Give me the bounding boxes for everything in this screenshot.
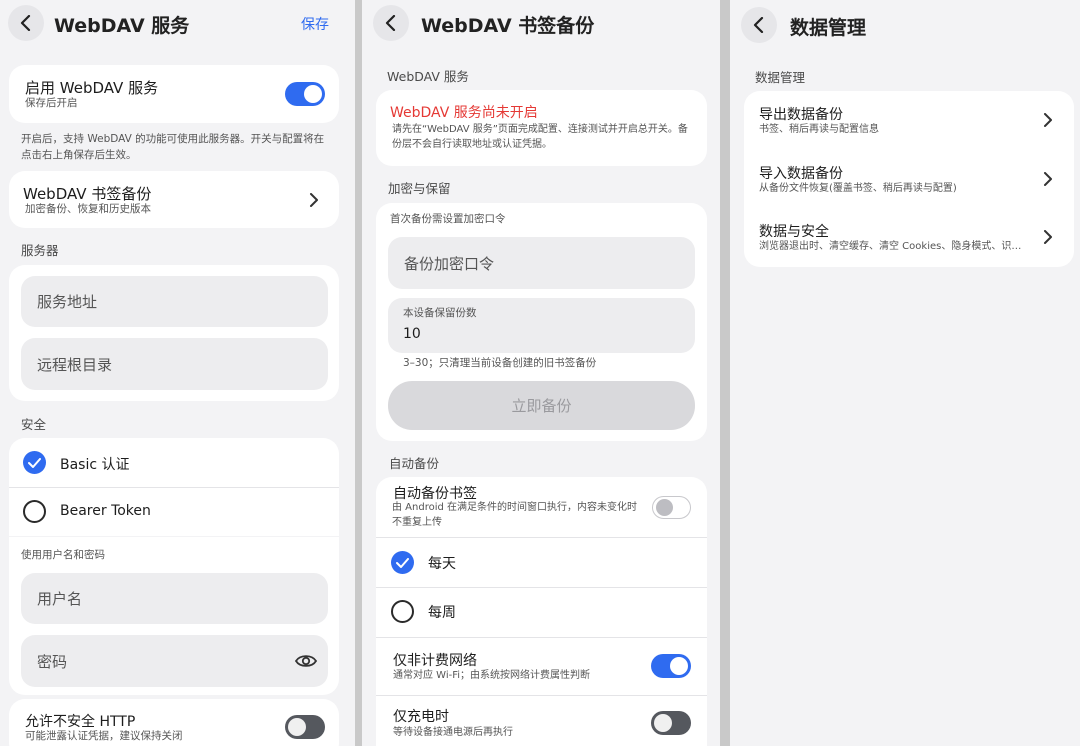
back-arrow-icon [20,15,31,31]
charging-toggle[interactable] [651,711,691,735]
remote-root-placeholder: 远程根目录 [37,356,113,374]
remote-root-input[interactable]: 远程根目录 [21,338,328,390]
credentials-card: 使用用户名和密码 用户名 密码 [9,537,339,695]
export-backup-label: 导出数据备份 [759,107,843,123]
save-button[interactable]: 保存 [301,14,329,34]
backup-password-placeholder: 备份加密口令 [404,255,495,273]
password-placeholder: 密码 [37,653,68,671]
unmetered-label: 仅非计费网络 [393,653,477,669]
header: 数据管理 [730,0,1080,46]
header: WebDAV 服务 保存 [0,0,355,46]
data-section-label: 数据管理 [755,70,806,85]
server-card: 服务地址 远程根目录 [9,265,339,401]
bookmark-backup-label: WebDAV 书签备份 [23,185,152,203]
import-backup-label: 导入数据备份 [759,166,843,182]
encrypt-card: 首次备份需设置加密口令 备份加密口令 本设备保留份数 10 3–30；只清理当前… [376,203,707,441]
chevron-right-icon [1044,172,1052,186]
export-backup-item[interactable]: 导出数据备份 书签、稍后再读与配置信息 [744,91,1074,149]
data-menu-card: 导出数据备份 书签、稍后再读与配置信息 导入数据备份 从备份文件恢复(覆盖书签、… [744,91,1074,267]
freq-daily-option[interactable]: 每天 [376,538,707,586]
backup-now-button[interactable]: 立即备份 [388,381,695,430]
server-url-input[interactable]: 服务地址 [21,276,328,327]
auth-option-basic[interactable]: Basic 认证 [9,438,339,487]
webdav-service-screen: WebDAV 服务 保存 启用 WebDAV 服务 保存后开启 开启后，支持 W… [0,0,355,746]
checked-icon [391,551,414,574]
data-security-item[interactable]: 数据与安全 浏览器退出时、清空缓存、清空 Cookies、隐身模式、识… [744,209,1074,267]
bookmark-backup-screen: WebDAV 书签备份 WebDAV 服务 WebDAV 服务尚未开启 请先在“… [362,0,720,746]
checked-icon [23,451,46,474]
auto-section-label: 自动备份 [389,456,440,471]
chevron-right-icon [1044,230,1052,244]
backup-password-input[interactable]: 备份加密口令 [388,237,695,289]
encrypt-section-label: 加密与保留 [388,181,451,196]
warning-text: 请先在“WebDAV 服务”页面完成配置、连接测试并开启总开关。备份层不会自行读… [392,124,688,150]
bookmark-backup-sub: 加密备份、恢复和历史版本 [25,203,151,215]
bookmark-backup-entry[interactable]: WebDAV 书签备份 加密备份、恢复和历史版本 [9,171,339,228]
data-security-sub: 浏览器退出时、清空缓存、清空 Cookies、隐身模式、识… [759,241,1022,252]
auth-option-bearer[interactable]: Bearer Token [9,488,339,536]
page-title: WebDAV 服务 [54,15,190,37]
radio-unchecked-icon [391,600,414,623]
freq-daily-label: 每天 [428,556,456,572]
unmetered-toggle[interactable] [651,654,691,678]
insecure-http-card[interactable]: 允许不安全 HTTP 可能泄露认证凭据，建议保持关闭 [9,699,339,746]
auto-backup-card: 自动备份书签 由 Android 在满足条件的时间窗口执行，内容未变化时不重复上… [376,477,707,746]
freq-weekly-label: 每周 [428,605,456,621]
charging-label: 仅充电时 [393,709,449,725]
password-input[interactable]: 密码 [21,635,328,687]
enable-webdav-label: 启用 WebDAV 服务 [25,79,159,97]
credentials-section-label: 使用用户名和密码 [21,549,105,561]
unmetered-sub: 通常对应 Wi‑Fi；由系统按网络计费属性判断 [393,670,591,681]
security-section-label: 安全 [21,417,47,432]
back-arrow-icon [385,15,396,31]
webdav-warning-card: WebDAV 服务尚未开启 请先在“WebDAV 服务”页面完成配置、连接测试并… [376,90,707,166]
page-title: 数据管理 [790,17,867,39]
webdav-section-label: WebDAV 服务 [387,69,469,84]
enable-webdav-card[interactable]: 启用 WebDAV 服务 保存后开启 [9,65,339,123]
data-management-screen: 数据管理 数据管理 导出数据备份 书签、稍后再读与配置信息 导入数据备份 从备份… [730,0,1080,746]
server-url-placeholder: 服务地址 [37,293,98,311]
back-arrow-icon [753,17,764,33]
keep-count-note: 3–30；只清理当前设备创建的旧书签备份 [403,357,597,369]
back-button[interactable] [8,5,44,41]
enable-webdav-toggle[interactable] [285,82,325,106]
back-button[interactable] [373,5,409,41]
keep-count-label: 本设备保留份数 [403,307,477,319]
chevron-right-icon [310,193,318,207]
auth-card: Basic 认证 Bearer Token [9,438,339,536]
auto-backup-row[interactable]: 自动备份书签 由 Android 在满足条件的时间窗口执行，内容未变化时不重复上… [376,477,707,537]
server-section-label: 服务器 [21,243,59,258]
username-placeholder: 用户名 [37,590,83,608]
import-backup-item[interactable]: 导入数据备份 从备份文件恢复(覆盖书签、稍后再读与配置) [744,150,1074,208]
auth-bearer-label: Bearer Token [60,503,151,519]
data-security-label: 数据与安全 [759,224,829,240]
charging-sub: 等待设备接通电源后再执行 [393,727,513,738]
charging-row[interactable]: 仅充电时 等待设备接通电源后再执行 [376,696,707,746]
back-button[interactable] [741,7,777,43]
insecure-http-toggle[interactable] [285,715,325,739]
header: WebDAV 书签备份 [362,0,720,46]
page-title: WebDAV 书签备份 [421,15,595,37]
chevron-right-icon [1044,113,1052,127]
password-hint: 首次备份需设置加密口令 [390,213,506,225]
auth-basic-label: Basic 认证 [60,457,130,473]
auto-backup-toggle[interactable] [652,496,691,519]
export-backup-sub: 书签、稍后再读与配置信息 [759,124,879,135]
radio-unchecked-icon [23,500,46,523]
enable-note: 开启后，支持 WebDAV 的功能可使用此服务器。开关与配置将在点击右上角保存后… [21,133,325,161]
auto-backup-sub: 由 Android 在满足条件的时间窗口执行，内容未变化时不重复上传 [392,502,638,528]
keep-count-input[interactable]: 本设备保留份数 10 [388,298,695,353]
keep-count-value: 10 [403,326,421,342]
insecure-http-sub: 可能泄露认证凭据，建议保持关闭 [25,730,183,742]
username-input[interactable]: 用户名 [21,573,328,624]
import-backup-sub: 从备份文件恢复(覆盖书签、稍后再读与配置) [759,183,957,194]
enable-webdav-sub: 保存后开启 [25,97,78,109]
warning-title: WebDAV 服务尚未开启 [390,105,538,121]
unmetered-row[interactable]: 仅非计费网络 通常对应 Wi‑Fi；由系统按网络计费属性判断 [376,638,707,694]
eye-icon[interactable] [295,653,317,669]
freq-weekly-option[interactable]: 每周 [376,588,707,636]
insecure-http-label: 允许不安全 HTTP [25,714,136,730]
